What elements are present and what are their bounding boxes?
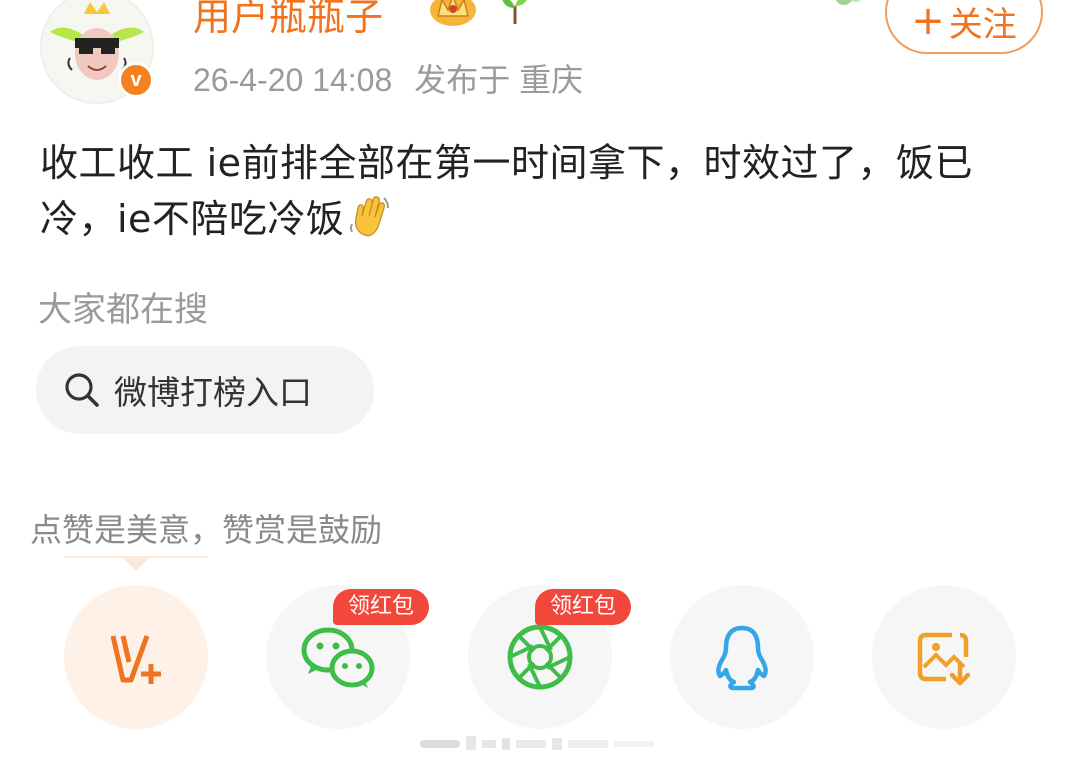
reward-button[interactable] [64,585,208,729]
post-content: 收工收工 ie前排全部在第一时间拿下，时效过了，饭已冷，ie不陪吃冷饭 [40,135,1040,253]
plus-icon: + [911,0,945,44]
post-meta: 26-4-20 14:08 发布于 重庆 [193,55,583,101]
scroll-indicator [420,736,654,750]
crown-badge-icon[interactable] [428,0,478,28]
save-image-icon [917,632,971,686]
post-time: 26-4-20 14:08 [193,62,393,98]
save-image-button[interactable] [872,585,1016,729]
reward-v-plus-icon [110,635,161,684]
wechat-icon [301,627,375,688]
share-qq-button[interactable] [670,585,814,729]
praise-caret [122,557,150,571]
praise-hint: 点赞是美意，赞赏是鼓励 [30,511,383,549]
wechat-moments-icon [507,624,573,690]
post-location: 发布于 重庆 [414,62,584,98]
hot-search-chip-label: 微博打榜入口 [114,373,312,412]
username[interactable]: 用户瓶瓶子 [193,0,383,41]
search-icon [65,373,99,407]
sprout-badge-icon[interactable] [498,0,532,26]
waving-hand-icon [348,194,392,253]
verified-badge-icon: v [118,62,154,98]
decoration-leaf-icon [835,0,862,5]
follow-label: 关注 [948,4,1017,45]
follow-button[interactable]: + 关注 [885,0,1043,54]
wechat-redpacket-badge[interactable]: 领红包 [333,589,429,625]
moments-redpacket-badge[interactable]: 领红包 [535,589,631,625]
hot-search-chip[interactable]: 微博打榜入口 [36,346,374,434]
hot-search-title: 大家都在搜 [38,290,208,330]
post-text: 收工收工 ie前排全部在第一时间拿下，时效过了，饭已冷，ie不陪吃冷饭 [40,141,974,241]
qq-icon [716,625,768,691]
